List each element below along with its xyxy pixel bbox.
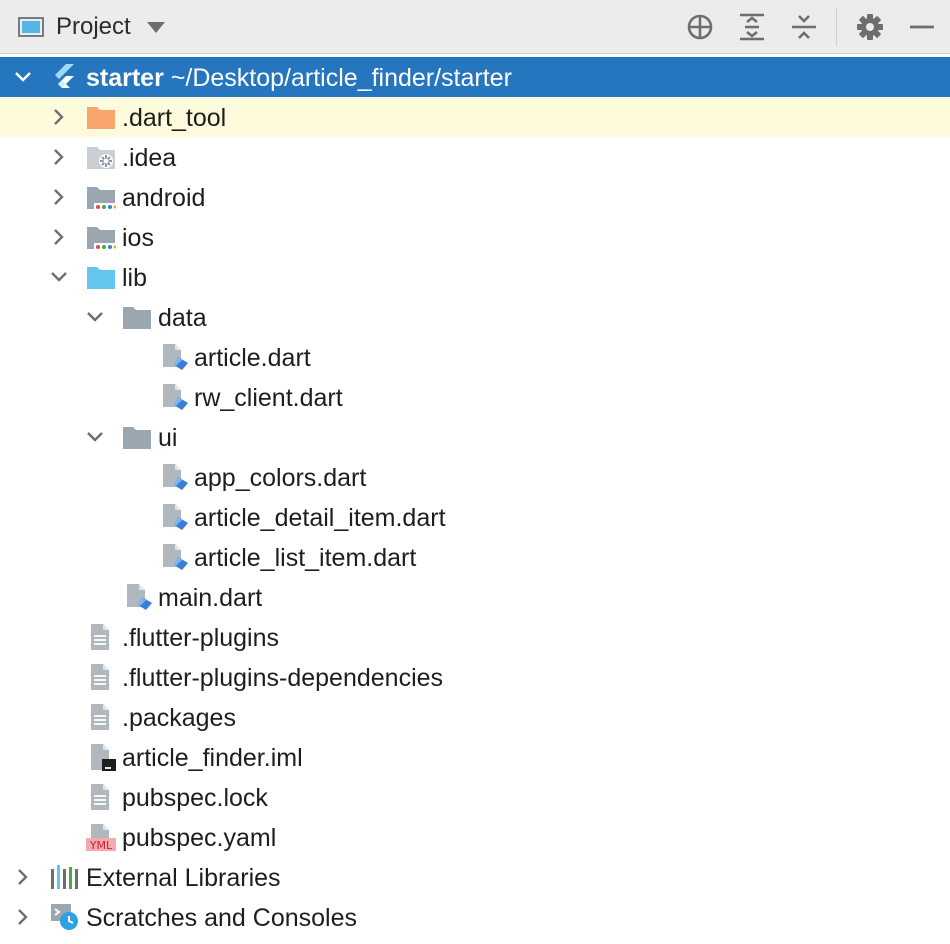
folder-icon <box>122 423 152 451</box>
tree-item-label: pubspec.yaml <box>122 824 277 852</box>
tree-row-packages[interactable]: .packages <box>0 697 950 737</box>
chevron-down-icon[interactable] <box>86 308 104 326</box>
tree-item-label: .idea <box>122 144 177 172</box>
tree-row-pubspec-yaml[interactable]: YML pubspec.yaml <box>0 817 950 857</box>
tree-item-label: android <box>122 184 206 212</box>
text-file-icon <box>88 623 118 651</box>
project-tool-window-header: Project <box>0 0 950 54</box>
dart-file-icon <box>160 543 190 571</box>
iml-file-icon <box>88 743 118 771</box>
scratches-icon <box>50 903 80 931</box>
tree-item-label: main.dart <box>158 584 263 612</box>
tree-row-lib[interactable]: lib <box>0 257 950 297</box>
yaml-file-icon: YML <box>86 823 116 852</box>
module-folder-icon <box>86 223 117 251</box>
tree-item-label: ios <box>122 224 154 252</box>
tree-row-scratches-and-consoles[interactable]: Scratches and Consoles <box>0 897 950 937</box>
tree-item-label: lib <box>122 264 148 292</box>
tree-item-label: .packages <box>122 704 236 732</box>
minimize-icon[interactable] <box>907 12 937 42</box>
tree-item-label: pubspec.lock <box>122 784 268 812</box>
tree-item-label: article_finder.iml <box>122 744 303 772</box>
tree-item-label: data <box>158 304 207 332</box>
chevron-down-icon[interactable] <box>14 68 32 86</box>
chevron-right-icon[interactable] <box>50 188 68 206</box>
collapse-all-icon[interactable] <box>789 12 819 42</box>
tree-row-starter[interactable]: starter ~/Desktop/article_finder/starter <box>0 57 950 97</box>
dart-file-icon <box>124 583 154 611</box>
tree-item-label: .flutter-plugins <box>122 624 280 652</box>
tree-row-external-libraries[interactable]: External Libraries <box>0 857 950 897</box>
text-file-icon <box>88 663 118 691</box>
chevron-right-icon[interactable] <box>50 228 68 246</box>
tree-item-label: article.dart <box>194 344 311 372</box>
chevron-down-icon[interactable] <box>50 268 68 286</box>
tree-row-ios[interactable]: ios <box>0 217 950 257</box>
flutter-icon <box>50 63 80 91</box>
chevron-right-icon[interactable] <box>50 148 68 166</box>
libraries-icon <box>50 863 80 891</box>
tree-item-label: article_list_item.dart <box>194 544 417 572</box>
project-view-selector[interactable]: Project <box>18 12 165 42</box>
text-file-icon <box>88 783 118 811</box>
tree-row-rw-client-dart[interactable]: rw_client.dart <box>0 377 950 417</box>
toolbar-divider <box>836 8 837 46</box>
dart-file-icon <box>160 503 190 531</box>
locate-icon[interactable] <box>685 12 715 42</box>
dart-file-icon <box>160 343 190 371</box>
root-project-path: ~/Desktop/article_finder/starter <box>170 64 512 92</box>
tree-item-label: .flutter-plugins-dependencies <box>122 664 444 692</box>
tree-row-main-dart[interactable]: main.dart <box>0 577 950 617</box>
project-window-icon <box>18 17 44 37</box>
tree-row-flutter-plugins-dependencies[interactable]: .flutter-plugins-dependencies <box>0 657 950 697</box>
folder-icon <box>122 303 152 331</box>
gear-icon[interactable] <box>855 12 885 42</box>
svg-text:YML: YML <box>89 839 113 851</box>
expand-all-icon[interactable] <box>737 12 767 42</box>
chevron-right-icon[interactable] <box>14 868 32 886</box>
chevron-right-icon[interactable] <box>50 108 68 126</box>
view-title: Project <box>56 13 131 40</box>
tree-row-data[interactable]: data <box>0 297 950 337</box>
tree-item-label: app_colors.dart <box>194 464 367 492</box>
chevron-down-icon <box>146 21 165 33</box>
dart-file-icon <box>160 383 190 411</box>
tree-row-dart-tool[interactable]: .dart_tool <box>0 97 950 137</box>
tree-row-pubspec-lock[interactable]: pubspec.lock <box>0 777 950 817</box>
tree-item-label: rw_client.dart <box>194 384 343 412</box>
tree-row-ui[interactable]: ui <box>0 417 950 457</box>
tree-row-flutter-plugins[interactable]: .flutter-plugins <box>0 617 950 657</box>
text-file-icon <box>88 703 118 731</box>
tree-row-android[interactable]: android <box>0 177 950 217</box>
tree-item-label: .dart_tool <box>122 104 227 132</box>
idea-folder-icon <box>86 143 116 171</box>
tree-row-article-dart[interactable]: article.dart <box>0 337 950 377</box>
folder-orange-icon <box>86 103 116 131</box>
tree-row-idea[interactable]: .idea <box>0 137 950 177</box>
tree-row-article-list-item-dart[interactable]: article_list_item.dart <box>0 537 950 577</box>
chevron-right-icon[interactable] <box>14 908 32 926</box>
tree-row-article-finder-iml[interactable]: article_finder.iml <box>0 737 950 777</box>
tree-item-label: External Libraries <box>86 864 281 892</box>
chevron-down-icon[interactable] <box>86 428 104 446</box>
tree-row-article-detail-item-dart[interactable]: article_detail_item.dart <box>0 497 950 537</box>
tree-item-label: Scratches and Consoles <box>86 904 357 932</box>
tree-row-app-colors-dart[interactable]: app_colors.dart <box>0 457 950 497</box>
tree-item-label: article_detail_item.dart <box>194 504 446 532</box>
source-folder-icon <box>86 263 116 291</box>
tree-item-label: ui <box>158 424 178 452</box>
module-folder-icon <box>86 183 117 211</box>
dart-file-icon <box>160 463 190 491</box>
root-project-name: starter <box>86 64 164 92</box>
